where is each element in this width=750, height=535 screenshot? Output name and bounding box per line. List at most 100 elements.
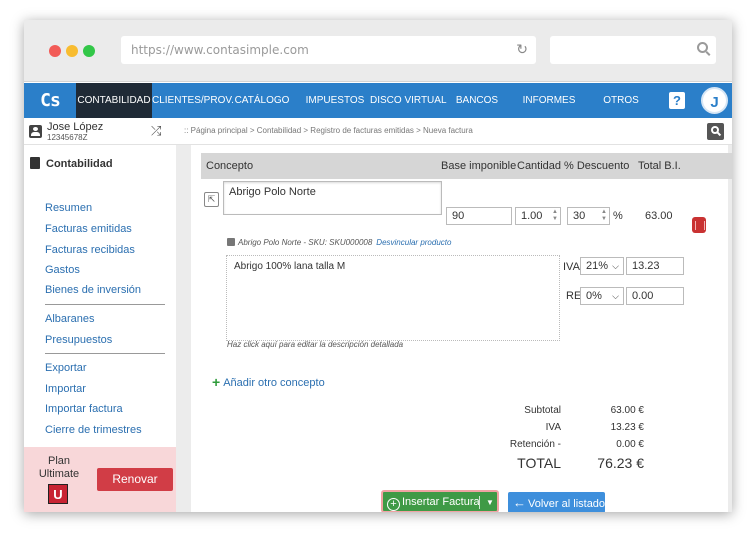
browser-search-input[interactable] bbox=[550, 36, 716, 64]
reload-icon[interactable]: ↻ bbox=[516, 36, 528, 64]
caret-down-icon[interactable]: ▼ bbox=[486, 492, 494, 512]
sidebar-item-resumen[interactable]: Resumen bbox=[45, 202, 92, 214]
switch-company-icon[interactable]: ⤮ bbox=[151, 123, 161, 139]
renew-button[interactable]: Renovar bbox=[97, 468, 173, 491]
base-imponible-input[interactable]: 90 bbox=[446, 207, 512, 225]
user-bar: Jose López 12345678Z ⤮ :: Página princip… bbox=[24, 118, 732, 145]
sidebar-item-importar[interactable]: Importar bbox=[45, 383, 86, 395]
unlink-product-link[interactable]: Desvincular producto bbox=[376, 238, 451, 247]
stepper-arrows-icon[interactable]: ▲ ▼ bbox=[552, 209, 558, 223]
description-textarea[interactable]: Abrigo 100% lana talla M bbox=[226, 255, 560, 341]
total-value: 76.23 € bbox=[597, 455, 644, 471]
main-nav: Cs CONTABILIDAD CLIENTES/PROV. CATÁLOGO … bbox=[24, 83, 732, 118]
description-hint: Haz click aquí para editar la descripció… bbox=[227, 340, 404, 349]
nav-item-contabilidad[interactable]: CONTABILIDAD bbox=[76, 83, 152, 118]
retention-label: Retención - bbox=[509, 439, 561, 450]
quantity-value: 1.00 bbox=[521, 210, 543, 222]
header-total-bi: Total B.I. bbox=[638, 160, 681, 172]
nav-item-bancos[interactable]: BANCOS bbox=[452, 83, 502, 118]
sidebar-item-facturas-emitidas[interactable]: Facturas emitidas bbox=[45, 223, 132, 235]
nav-item-impuestos[interactable]: IMPUESTOS bbox=[304, 83, 366, 118]
chevron-down-icon: ⌵ bbox=[612, 291, 619, 301]
add-concept-label: Añadir otro concepto bbox=[223, 377, 325, 389]
iva-rate-select[interactable]: 21% ⌵ bbox=[580, 257, 624, 275]
browser-toolbar: https://www.contasimple.com ↻ bbox=[24, 20, 732, 82]
plan-label: Plan Ultimate bbox=[34, 455, 84, 481]
user-card-icon bbox=[29, 125, 42, 138]
browser-window: https://www.contasimple.com ↻ Cs CONTABI… bbox=[24, 20, 732, 512]
sidebar-section-title: Contabilidad bbox=[30, 157, 113, 170]
sidebar-item-gastos[interactable]: Gastos bbox=[45, 264, 80, 276]
delete-line-icon[interactable] bbox=[692, 217, 706, 233]
maximize-window-button[interactable] bbox=[83, 45, 95, 57]
nav-item-informes[interactable]: INFORMES bbox=[519, 83, 579, 118]
search-button[interactable] bbox=[707, 123, 724, 140]
plan-name: Ultimate bbox=[38, 468, 80, 480]
address-bar-text: https://www.contasimple.com bbox=[131, 43, 309, 57]
invoice-form: Concepto Base imponible Cantidad % Descu… bbox=[191, 145, 732, 512]
re-rate-value: 0% bbox=[586, 290, 602, 302]
sidebar: Contabilidad Resumen Facturas emitidas F… bbox=[24, 145, 176, 512]
plus-circle-icon: + bbox=[387, 498, 400, 511]
add-concept-link[interactable]: + Añadir otro concepto bbox=[212, 374, 325, 390]
subtotal-label: Subtotal bbox=[524, 405, 561, 416]
re-amount-input[interactable]: 0.00 bbox=[626, 287, 684, 305]
product-tag-icon bbox=[227, 238, 235, 246]
user-name: Jose López bbox=[47, 121, 104, 133]
document-icon bbox=[30, 157, 40, 169]
concept-input[interactable]: Abrigo Polo Norte bbox=[223, 181, 442, 215]
plan-box: Plan Ultimate U Renovar bbox=[24, 447, 176, 512]
minimize-window-button[interactable] bbox=[66, 45, 78, 57]
user-tax-id: 12345678Z bbox=[47, 133, 88, 142]
sidebar-item-albaranes[interactable]: Albaranes bbox=[45, 313, 95, 325]
total-label: TOTAL bbox=[517, 455, 561, 471]
nav-item-catalogo[interactable]: CATÁLOGO bbox=[230, 83, 294, 118]
plus-icon: + bbox=[212, 374, 221, 390]
sidebar-item-exportar[interactable]: Exportar bbox=[45, 362, 87, 374]
nav-item-disco-virtual[interactable]: DISCO VIRTUAL bbox=[370, 83, 447, 118]
breadcrumb[interactable]: :: Página principal > Contabilidad > Reg… bbox=[184, 126, 473, 135]
chevron-down-icon: ⌵ bbox=[612, 261, 619, 271]
plan-label-top: Plan bbox=[47, 455, 71, 467]
concepts-table-header: Concepto Base imponible Cantidad % Descu… bbox=[201, 153, 732, 179]
user-avatar[interactable]: J bbox=[701, 87, 728, 114]
insert-invoice-button[interactable]: + Insertar Factura ▼ bbox=[381, 490, 499, 512]
close-window-button[interactable] bbox=[49, 45, 61, 57]
sidebar-item-cierre-trimestres[interactable]: Cierre de trimestres bbox=[45, 424, 142, 436]
discount-percent-label: % bbox=[613, 210, 623, 222]
linked-product-info: Abrigo Polo Norte - SKU: SKU000008 Desvin… bbox=[227, 238, 451, 247]
app-logo[interactable]: Cs bbox=[24, 83, 76, 118]
nav-item-otros[interactable]: OTROS bbox=[596, 83, 646, 118]
re-rate-select[interactable]: 0% ⌵ bbox=[580, 287, 624, 305]
back-to-list-button[interactable]: ← Volver al listado bbox=[508, 492, 605, 512]
sidebar-item-facturas-recibidas[interactable]: Facturas recibidas bbox=[45, 244, 135, 256]
iva-amount-input[interactable]: 13.23 bbox=[626, 257, 684, 275]
sidebar-item-bienes-inversion[interactable]: Bienes de inversión bbox=[45, 284, 141, 296]
search-icon bbox=[697, 42, 708, 53]
address-bar[interactable]: https://www.contasimple.com ↻ bbox=[121, 36, 536, 64]
iva-rate-value: 21% bbox=[586, 260, 609, 272]
arrow-left-icon: ← bbox=[513, 495, 526, 510]
main-content: Concepto Base imponible Cantidad % Descu… bbox=[176, 145, 732, 512]
help-icon[interactable]: ? bbox=[669, 92, 685, 109]
discount-value: 30 bbox=[573, 210, 586, 222]
plan-badge: U bbox=[48, 484, 68, 504]
iva-total-label: IVA bbox=[545, 422, 561, 433]
line-total: 63.00 bbox=[645, 210, 673, 222]
select-product-icon[interactable]: ⇱ bbox=[204, 192, 219, 207]
nav-item-clientes[interactable]: CLIENTES/PROV. bbox=[152, 83, 234, 118]
sidebar-item-importar-factura[interactable]: Importar factura bbox=[45, 403, 123, 415]
button-divider bbox=[479, 496, 480, 509]
sidebar-divider bbox=[45, 304, 165, 305]
iva-label: IVA bbox=[563, 261, 580, 273]
insert-invoice-label: Insertar Factura bbox=[402, 496, 480, 508]
sidebar-divider bbox=[45, 353, 165, 354]
header-base-imponible: Base imponible bbox=[441, 160, 517, 172]
discount-stepper[interactable]: 30 ▲ ▼ bbox=[567, 207, 610, 225]
header-concepto: Concepto bbox=[206, 160, 254, 172]
sku-text: Abrigo Polo Norte - SKU: SKU000008 bbox=[238, 238, 373, 247]
stepper-arrows-icon[interactable]: ▲ ▼ bbox=[601, 209, 607, 223]
header-cantidad: Cantidad bbox=[517, 160, 562, 172]
quantity-stepper[interactable]: 1.00 ▲ ▼ bbox=[515, 207, 561, 225]
sidebar-item-presupuestos[interactable]: Presupuestos bbox=[45, 334, 112, 346]
